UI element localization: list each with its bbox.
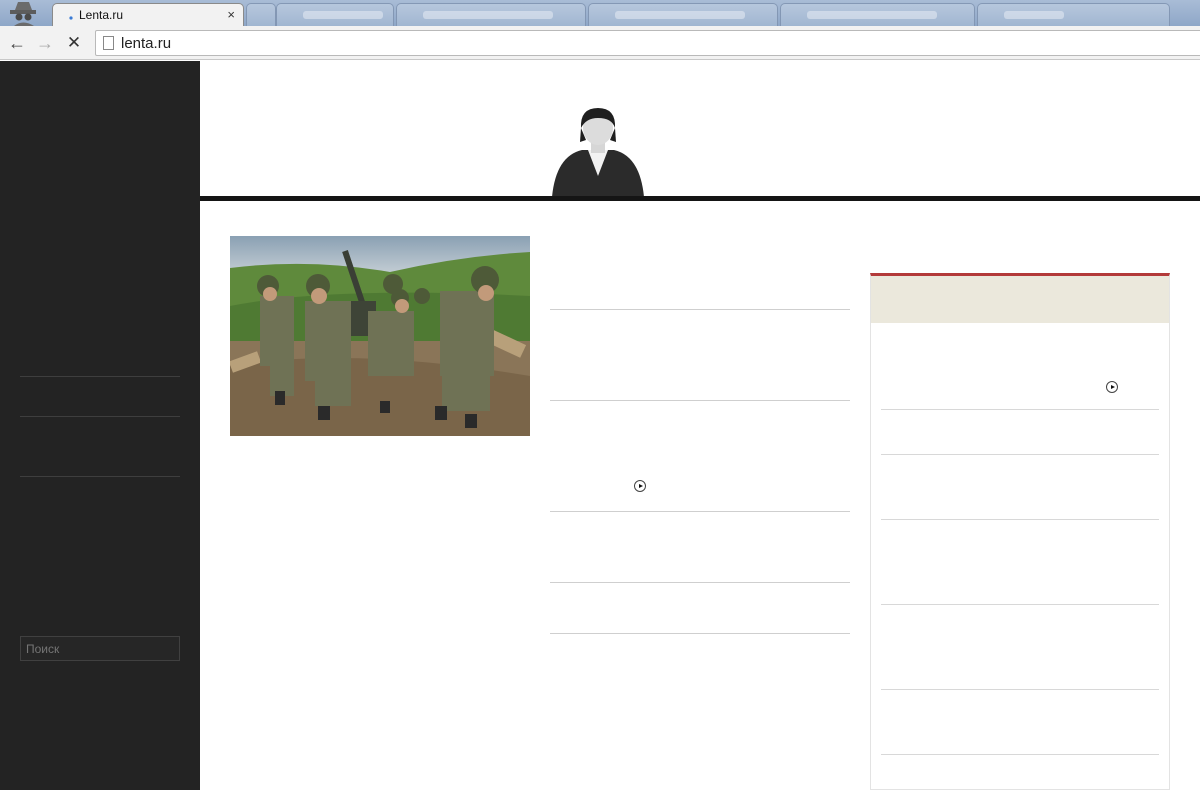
video-play-icon[interactable] [1106,381,1118,393]
forward-button[interactable]: → [34,32,56,54]
tab-strip: Lenta.ru × [0,0,1200,26]
search-input[interactable] [20,636,180,661]
widget-header [871,276,1169,323]
incognito-icon [10,2,36,26]
news-list-divider [550,582,850,583]
news-list-divider [550,309,850,310]
loading-icon [69,16,73,20]
tab-close-icon[interactable]: × [227,7,235,22]
widget-divider [881,454,1159,455]
back-button[interactable]: ← [6,32,28,54]
video-play-icon[interactable] [634,480,646,492]
news-list-divider [550,633,850,634]
tab-lenta[interactable]: Lenta.ru × [52,3,244,26]
sidebar-divider [20,476,180,477]
page-header [200,61,1200,201]
sidebar-divider [20,376,180,377]
widget-divider [881,754,1159,755]
widget-divider [881,519,1159,520]
sidebar-divider [20,416,180,417]
news-list-divider [550,511,850,512]
sidebar [0,61,200,790]
tab-background[interactable] [276,3,394,26]
url-text: lenta.ru [121,35,172,52]
web-page [0,61,1200,790]
browser-toolbar: ← → ✕ lenta.ru [0,26,1200,60]
widget-divider [881,604,1159,605]
columnist-portrait[interactable] [550,106,646,197]
new-tab-button[interactable] [246,3,276,26]
widget-divider [881,689,1159,690]
header-divider [200,196,1200,201]
page-icon [103,36,114,50]
news-list-divider [550,400,850,401]
address-bar[interactable]: lenta.ru [95,30,1200,56]
stop-button[interactable]: ✕ [63,32,85,54]
tab-background[interactable] [977,3,1170,26]
tab-background[interactable] [588,3,778,26]
top-news-widget [870,273,1170,790]
widget-divider [881,409,1159,410]
tab-background[interactable] [780,3,975,26]
tab-title: Lenta.ru [79,8,124,22]
tab-background[interactable] [396,3,586,26]
news-photo[interactable] [230,236,530,436]
